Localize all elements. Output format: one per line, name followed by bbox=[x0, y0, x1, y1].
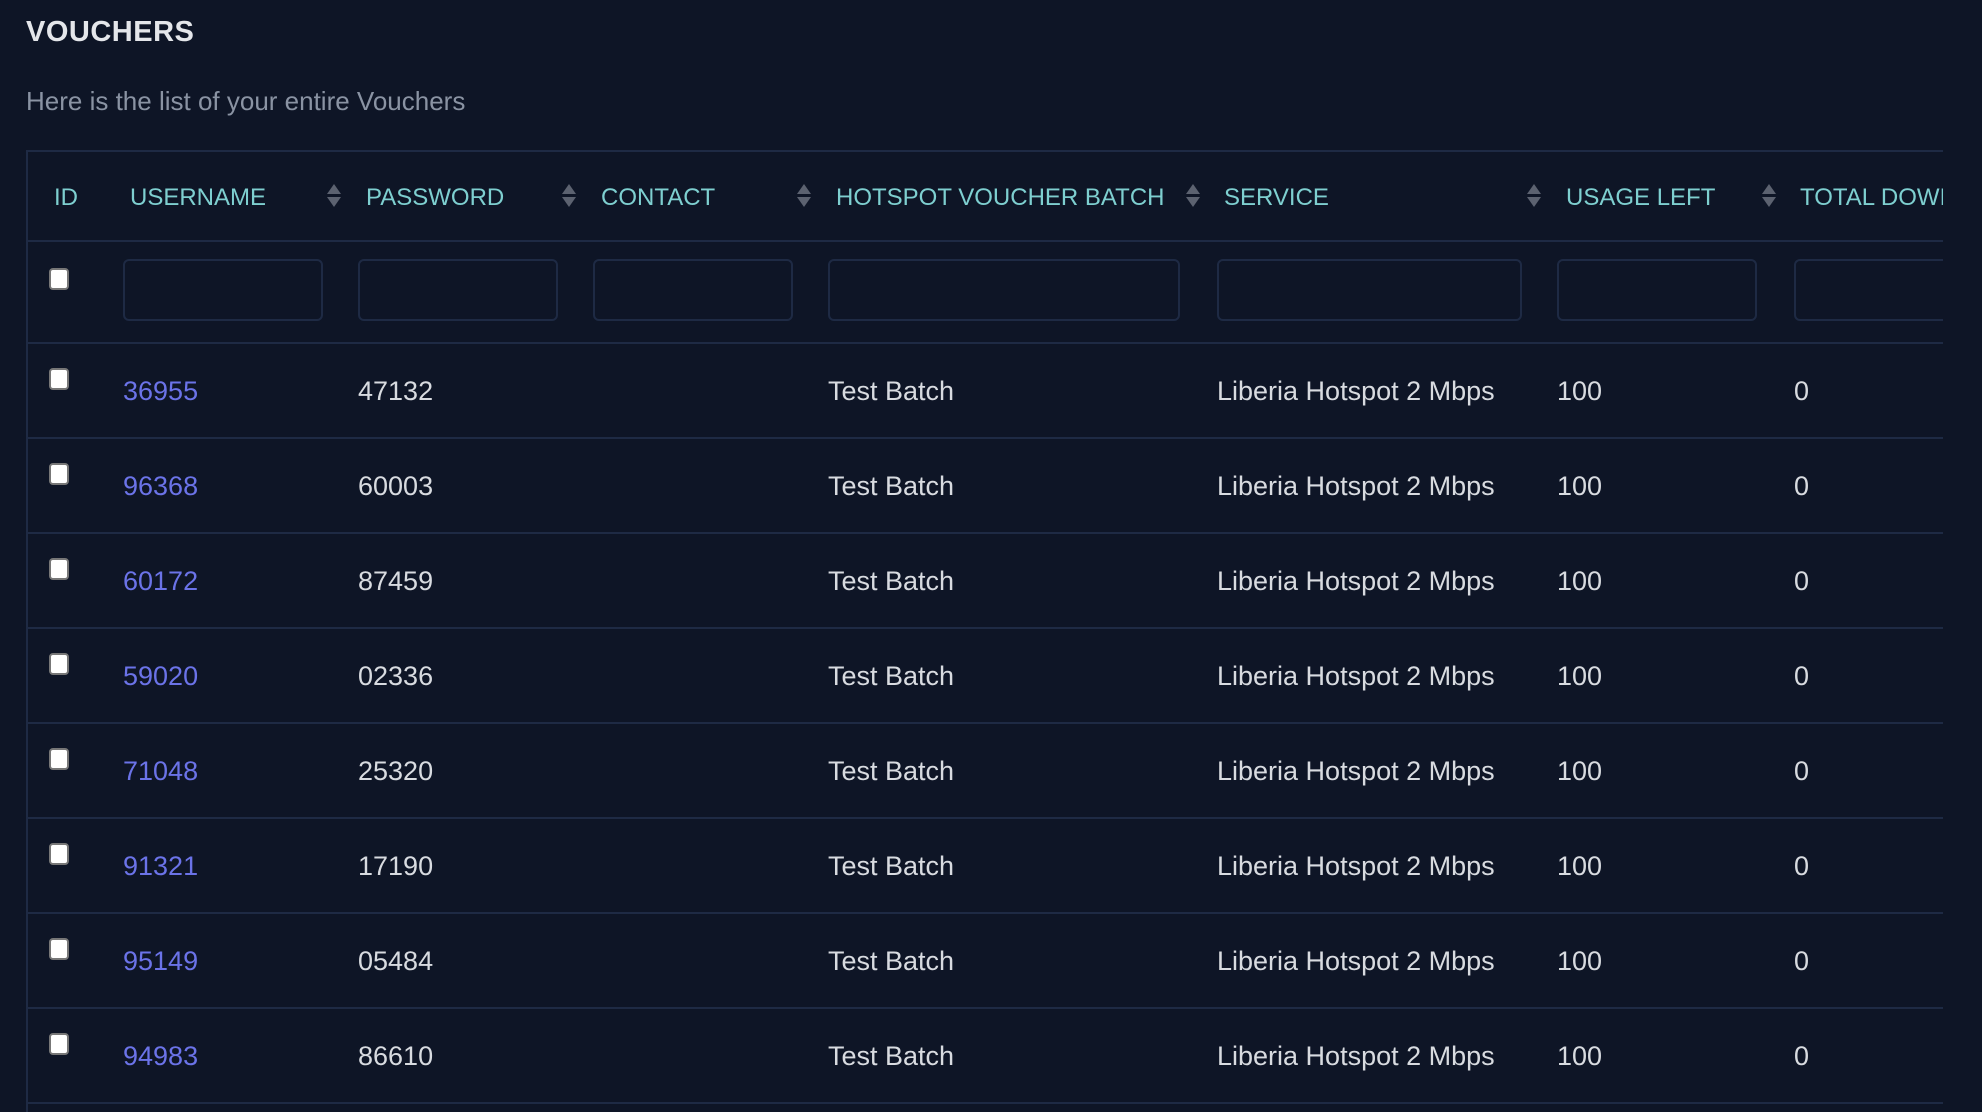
row-checkbox[interactable] bbox=[49, 653, 69, 675]
total-down-cell: 0 bbox=[1794, 946, 1809, 977]
total-down-cell: 0 bbox=[1794, 1041, 1809, 1072]
row-checkbox[interactable] bbox=[49, 938, 69, 960]
service-cell: Liberia Hotspot 2 Mbps bbox=[1217, 376, 1495, 407]
service-cell: Liberia Hotspot 2 Mbps bbox=[1217, 851, 1495, 882]
sort-icon[interactable] bbox=[1186, 184, 1200, 208]
password-cell: 25320 bbox=[358, 756, 433, 787]
table-row: 94983 86610 Test Batch Liberia Hotspot 2… bbox=[28, 1009, 1943, 1104]
sort-icon[interactable] bbox=[562, 184, 576, 208]
username-link[interactable]: 96368 bbox=[123, 471, 198, 502]
row-checkbox[interactable] bbox=[49, 368, 69, 390]
usage-left-cell: 100 bbox=[1557, 566, 1602, 597]
usage-left-cell: 100 bbox=[1557, 756, 1602, 787]
total-down-cell: 0 bbox=[1794, 566, 1809, 597]
service-cell: Liberia Hotspot 2 Mbps bbox=[1217, 946, 1495, 977]
vouchers-table: ID USERNAME PASSWORD CONTACT HOTSPOT VOU… bbox=[26, 150, 1943, 1112]
row-checkbox[interactable] bbox=[49, 748, 69, 770]
batch-filter-input[interactable] bbox=[828, 259, 1180, 321]
column-usage-left[interactable]: USAGE LEFT bbox=[1566, 184, 1715, 212]
batch-cell: Test Batch bbox=[828, 471, 954, 502]
username-link[interactable]: 60172 bbox=[123, 566, 198, 597]
username-link[interactable]: 94983 bbox=[123, 1041, 198, 1072]
filter-row bbox=[28, 242, 1943, 344]
total-down-cell: 0 bbox=[1794, 471, 1809, 502]
page-subtitle: Here is the list of your entire Vouchers bbox=[26, 86, 465, 117]
sort-icon[interactable] bbox=[327, 184, 341, 208]
table-row: 96368 60003 Test Batch Liberia Hotspot 2… bbox=[28, 439, 1943, 534]
usage-left-cell: 100 bbox=[1557, 946, 1602, 977]
table-row: 71048 25320 Test Batch Liberia Hotspot 2… bbox=[28, 724, 1943, 819]
username-link[interactable]: 95149 bbox=[123, 946, 198, 977]
column-id[interactable]: ID bbox=[54, 184, 78, 212]
batch-cell: Test Batch bbox=[828, 851, 954, 882]
batch-cell: Test Batch bbox=[828, 566, 954, 597]
batch-cell: Test Batch bbox=[828, 1041, 954, 1072]
table-row: 59020 02336 Test Batch Liberia Hotspot 2… bbox=[28, 629, 1943, 724]
usage-left-filter-input[interactable] bbox=[1557, 259, 1757, 321]
page-title: VOUCHERS bbox=[26, 16, 194, 49]
username-link[interactable]: 91321 bbox=[123, 851, 198, 882]
password-cell: 60003 bbox=[358, 471, 433, 502]
column-service[interactable]: SERVICE bbox=[1224, 184, 1329, 212]
service-cell: Liberia Hotspot 2 Mbps bbox=[1217, 1041, 1495, 1072]
contact-filter-input[interactable] bbox=[593, 259, 793, 321]
row-checkbox[interactable] bbox=[49, 558, 69, 580]
total-down-cell: 0 bbox=[1794, 851, 1809, 882]
total-down-filter-input[interactable] bbox=[1794, 259, 1943, 321]
table-row: 95149 05484 Test Batch Liberia Hotspot 2… bbox=[28, 914, 1943, 1009]
password-cell: 05484 bbox=[358, 946, 433, 977]
username-link[interactable]: 71048 bbox=[123, 756, 198, 787]
table-header: ID USERNAME PASSWORD CONTACT HOTSPOT VOU… bbox=[28, 152, 1943, 242]
row-checkbox[interactable] bbox=[49, 1033, 69, 1055]
table-row: 91321 17190 Test Batch Liberia Hotspot 2… bbox=[28, 819, 1943, 914]
column-password[interactable]: PASSWORD bbox=[366, 184, 504, 212]
service-cell: Liberia Hotspot 2 Mbps bbox=[1217, 756, 1495, 787]
password-cell: 86610 bbox=[358, 1041, 433, 1072]
column-total-down[interactable]: TOTAL DOWI bbox=[1800, 184, 1943, 212]
password-cell: 87459 bbox=[358, 566, 433, 597]
table-row: 36955 47132 Test Batch Liberia Hotspot 2… bbox=[28, 344, 1943, 439]
service-cell: Liberia Hotspot 2 Mbps bbox=[1217, 661, 1495, 692]
batch-cell: Test Batch bbox=[828, 376, 954, 407]
row-checkbox[interactable] bbox=[49, 463, 69, 485]
sort-icon[interactable] bbox=[1527, 184, 1541, 208]
usage-left-cell: 100 bbox=[1557, 376, 1602, 407]
sort-icon[interactable] bbox=[1762, 184, 1776, 208]
usage-left-cell: 100 bbox=[1557, 661, 1602, 692]
password-cell: 17190 bbox=[358, 851, 433, 882]
username-link[interactable]: 36955 bbox=[123, 376, 198, 407]
total-down-cell: 0 bbox=[1794, 661, 1809, 692]
service-cell: Liberia Hotspot 2 Mbps bbox=[1217, 471, 1495, 502]
batch-cell: Test Batch bbox=[828, 756, 954, 787]
service-cell: Liberia Hotspot 2 Mbps bbox=[1217, 566, 1495, 597]
batch-cell: Test Batch bbox=[828, 661, 954, 692]
usage-left-cell: 100 bbox=[1557, 471, 1602, 502]
select-all-checkbox[interactable] bbox=[49, 268, 69, 290]
total-down-cell: 0 bbox=[1794, 376, 1809, 407]
service-filter-input[interactable] bbox=[1217, 259, 1522, 321]
row-checkbox[interactable] bbox=[49, 843, 69, 865]
usage-left-cell: 100 bbox=[1557, 1041, 1602, 1072]
username-link[interactable]: 59020 bbox=[123, 661, 198, 692]
column-contact[interactable]: CONTACT bbox=[601, 184, 715, 212]
batch-cell: Test Batch bbox=[828, 946, 954, 977]
column-username[interactable]: USERNAME bbox=[130, 184, 266, 212]
password-cell: 47132 bbox=[358, 376, 433, 407]
table-row: 60172 87459 Test Batch Liberia Hotspot 2… bbox=[28, 534, 1943, 629]
sort-icon[interactable] bbox=[797, 184, 811, 208]
usage-left-cell: 100 bbox=[1557, 851, 1602, 882]
total-down-cell: 0 bbox=[1794, 756, 1809, 787]
password-cell: 02336 bbox=[358, 661, 433, 692]
username-filter-input[interactable] bbox=[123, 259, 323, 321]
column-hotspot-voucher-batch[interactable]: HOTSPOT VOUCHER BATCH bbox=[836, 184, 1164, 212]
password-filter-input[interactable] bbox=[358, 259, 558, 321]
